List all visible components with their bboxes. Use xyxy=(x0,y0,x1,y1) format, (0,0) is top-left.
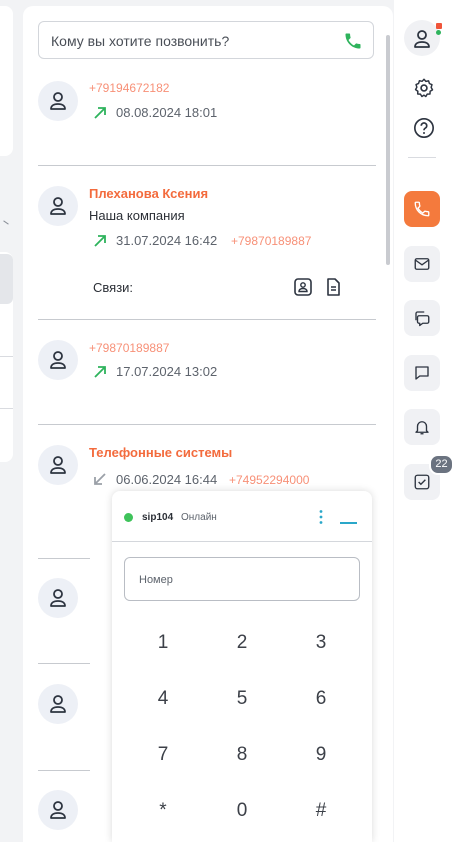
phone-icon[interactable] xyxy=(343,31,363,51)
call-datetime: 17.07.2024 13:02 xyxy=(116,364,218,379)
user-icon xyxy=(50,197,66,215)
divider xyxy=(38,558,90,559)
online-dot xyxy=(436,30,441,35)
number-input[interactable] xyxy=(137,558,341,602)
dial-key[interactable]: 3 xyxy=(291,625,351,661)
divider xyxy=(38,424,376,425)
avatar[interactable] xyxy=(38,578,78,618)
sip-status: Онлайн xyxy=(181,512,217,523)
avatar[interactable] xyxy=(38,684,78,724)
outgoing-call-icon xyxy=(94,235,106,247)
call-datetime: 06.06.2024 16:44 xyxy=(116,472,218,487)
avatar[interactable] xyxy=(38,340,78,380)
user-icon xyxy=(50,589,66,607)
company-name: Наша компания xyxy=(89,208,185,223)
online-status-dot xyxy=(124,513,133,522)
call-number[interactable]: +79194672182 xyxy=(89,81,169,95)
mail-icon xyxy=(414,258,430,270)
divider xyxy=(38,663,90,664)
message-icon xyxy=(415,366,429,380)
dial-key[interactable]: 4 xyxy=(133,681,193,717)
number-field xyxy=(124,557,360,602)
user-icon xyxy=(50,456,66,474)
contact-name[interactable]: Плеханова Ксения xyxy=(89,186,208,201)
contact-name[interactable]: Телефонные системы xyxy=(89,445,232,460)
user-icon xyxy=(50,351,66,369)
calls-button[interactable] xyxy=(404,191,440,227)
document-icon[interactable] xyxy=(323,277,343,297)
dial-key[interactable]: 2 xyxy=(212,625,272,661)
dial-key[interactable]: * xyxy=(133,793,193,829)
divider xyxy=(38,319,376,320)
outgoing-call-icon xyxy=(94,366,106,378)
dial-key[interactable]: 8 xyxy=(212,737,272,773)
dial-key[interactable]: 1 xyxy=(133,625,193,661)
call-number[interactable]: +79870189887 xyxy=(231,234,311,248)
outgoing-call-icon xyxy=(94,107,106,119)
avatar[interactable] xyxy=(38,445,78,485)
dial-key[interactable]: 5 xyxy=(212,681,272,717)
left-card-top xyxy=(0,6,13,156)
bell-icon xyxy=(415,421,429,435)
search-input[interactable] xyxy=(49,22,333,60)
contact-card-icon[interactable] xyxy=(293,277,313,297)
left-divider xyxy=(0,408,13,409)
tasks-badge: 22 xyxy=(429,454,454,475)
rail-divider xyxy=(408,157,436,158)
dial-key[interactable]: 9 xyxy=(291,737,351,773)
chats-icon xyxy=(415,311,430,327)
minimize-icon[interactable] xyxy=(340,522,357,524)
sip-account: sip104 xyxy=(142,512,174,523)
left-panel-edge xyxy=(0,0,15,842)
dial-key[interactable]: 0 xyxy=(212,793,272,829)
call-number[interactable]: +79870189887 xyxy=(89,341,169,355)
user-icon xyxy=(50,801,66,819)
avatar[interactable] xyxy=(38,790,78,830)
help-icon[interactable] xyxy=(413,117,435,139)
gear-icon[interactable] xyxy=(413,77,435,99)
user-icon xyxy=(50,695,66,713)
right-rail xyxy=(394,0,459,842)
dial-key[interactable]: 6 xyxy=(291,681,351,717)
left-divider xyxy=(0,356,13,357)
user-icon xyxy=(414,30,430,48)
tasks-icon xyxy=(414,474,430,490)
notification-dot xyxy=(436,23,442,29)
dialer-popup: sip104 Онлайн 1 2 3 4 5 6 7 8 9 * 0 # xyxy=(112,491,372,842)
incoming-call-icon xyxy=(94,473,106,485)
dialer-header: sip104 Онлайн xyxy=(112,491,372,542)
profile-button[interactable] xyxy=(404,20,440,56)
search-bar xyxy=(38,21,374,60)
left-selected-item[interactable] xyxy=(0,254,13,304)
phone-icon xyxy=(414,201,430,217)
call-datetime: 08.08.2024 18:01 xyxy=(116,105,218,120)
scrollbar[interactable] xyxy=(386,35,390,265)
divider xyxy=(38,165,376,166)
call-number[interactable]: +74952294000 xyxy=(229,473,309,487)
left-tick xyxy=(3,220,9,225)
dial-key[interactable]: # xyxy=(291,793,351,829)
chats-button[interactable] xyxy=(404,300,440,336)
user-icon xyxy=(50,92,66,110)
divider xyxy=(38,770,90,771)
messages-button[interactable] xyxy=(404,355,440,391)
avatar[interactable] xyxy=(38,186,78,226)
call-datetime: 31.07.2024 16:42 xyxy=(116,233,218,248)
more-icon[interactable] xyxy=(318,509,324,525)
links-label: Связи: xyxy=(93,280,134,295)
avatar[interactable] xyxy=(38,81,78,121)
notifications-button[interactable] xyxy=(404,409,440,445)
dial-key[interactable]: 7 xyxy=(133,737,193,773)
mail-button[interactable] xyxy=(404,246,440,282)
